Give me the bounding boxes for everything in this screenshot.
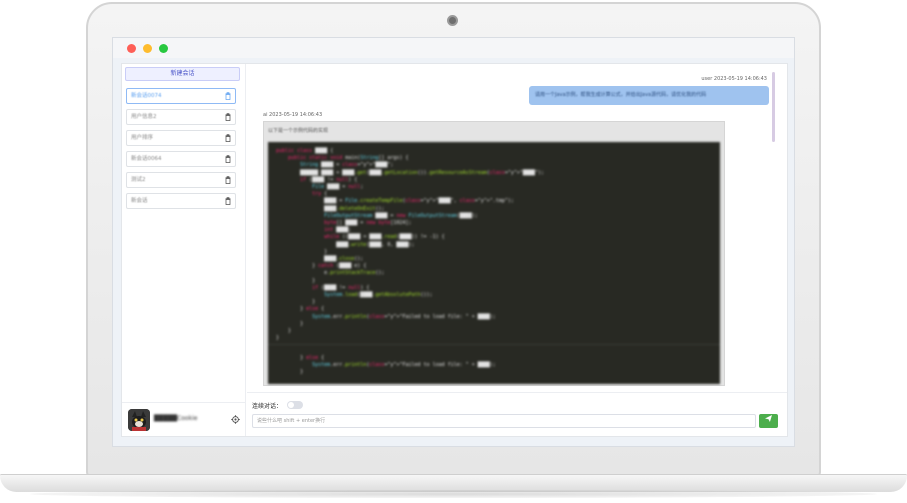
chat-app: 新建会话 新会话0074 用户信息2 用户排序新会话0064 测试2 新会话 — [121, 63, 788, 437]
sidebar: 新建会话 新会话0074 用户信息2 用户排序新会话0064 测试2 新会话 — [122, 64, 246, 436]
conversation-label: 测试2 — [131, 177, 146, 183]
code-line: while ((████ = ████.read(████)) != -1) { — [324, 234, 445, 241]
maximize-window-button[interactable] — [159, 44, 168, 53]
trash-icon[interactable] — [225, 155, 231, 163]
user-message-bubble[interactable]: 请用一个Java示例，帮我生成计算公式，并给出Java源代码，请优化我的代码 — [529, 86, 769, 105]
user-panel: █████Cookie — [122, 402, 246, 436]
trash-icon[interactable] — [225, 113, 231, 121]
ai-message-bubble: 以下是一个示例代码的实现 public class ████ { public … — [263, 121, 725, 386]
code-block[interactable]: public class ████ { public static void m… — [268, 142, 720, 384]
code-line: public class ████ { — [276, 148, 334, 154]
cat-avatar-icon — [128, 409, 150, 431]
conversation-item[interactable]: 用户信息2 — [126, 109, 236, 125]
laptop-shadow — [30, 490, 877, 498]
conversation-label: 新会话 — [131, 198, 148, 204]
continuous-chat-label: 连续对话： — [252, 403, 283, 410]
code-line: System.err.println(class="y">"Failed to … — [312, 361, 496, 368]
code-line: ████.deleteOnExit(); — [276, 205, 385, 212]
conversation-label: 用户排序 — [131, 135, 154, 141]
send-icon — [765, 415, 772, 422]
code-line: } catch (████ e) { — [276, 263, 367, 270]
code-line: } — [276, 299, 316, 306]
code-line: File ████ = null; — [312, 184, 364, 191]
code-line: ████.write(████, 0, ████); — [276, 241, 415, 248]
conversation-item[interactable]: 测试2 — [126, 172, 236, 188]
conversation-item[interactable]: 新会话0064 — [126, 151, 236, 167]
code-line: e.printStackTrace(); — [276, 270, 385, 277]
code-line: ██████ ████ = ████.get(████.getLocation(… — [276, 169, 544, 176]
code-line: ████ = File.createTempFile(class="y">"██… — [276, 198, 514, 205]
code-line: } — [276, 369, 304, 376]
code-line: } — [276, 277, 316, 284]
avatar[interactable] — [128, 409, 150, 431]
continuous-chat-toggle[interactable] — [287, 401, 303, 409]
code-line: } — [276, 320, 304, 327]
input-area: 连续对话： — [247, 392, 787, 436]
trash-icon[interactable] — [225, 92, 231, 100]
code-line: } else { — [276, 354, 325, 361]
message-input[interactable] — [252, 414, 756, 428]
code-line: } — [276, 335, 280, 342]
code-line: } — [276, 248, 328, 255]
conversation-item[interactable]: 新会话0074 — [126, 88, 236, 104]
trash-icon[interactable] — [225, 134, 231, 142]
conversation-label: 新会话0064 — [131, 156, 162, 162]
username: █████Cookie — [154, 415, 198, 422]
user-message-meta: user 2023-05-19 14:06:43 — [701, 76, 767, 82]
code-line: if (████ != null) { — [312, 284, 370, 291]
minimize-window-button[interactable] — [143, 44, 152, 53]
ai-message-meta: ai 2023-05-19 14:06:43 — [263, 112, 323, 118]
code-line: FileOutputStream ████ = new FileOutputSt… — [324, 212, 478, 219]
conversation-label: 新会话0074 — [131, 93, 162, 99]
chat-main: user 2023-05-19 14:06:43 请用一个Java示例，帮我生成… — [247, 64, 787, 436]
camera-icon — [447, 15, 458, 26]
code-line: if (████ != null) { — [300, 176, 358, 183]
trash-icon[interactable] — [225, 197, 231, 205]
code-line: String ████ = class="y">"████"; — [300, 162, 394, 169]
conversation-item[interactable]: 用户排序 — [126, 130, 236, 146]
scrollbar[interactable] — [772, 72, 775, 142]
trash-icon[interactable] — [225, 176, 231, 184]
code-line: } else { — [276, 306, 325, 313]
send-button[interactable] — [759, 414, 778, 428]
code-line: System.err.println(class="y">"Failed to … — [312, 313, 496, 320]
window-titlebar — [113, 38, 794, 58]
code-line: System.load(████.getAbsolutePath()); — [324, 292, 433, 299]
conversation-item[interactable]: 新会话 — [126, 193, 236, 209]
close-window-button[interactable] — [127, 44, 136, 53]
user-message-text: 请用一个Java示例，帮我生成计算公式，并给出Java源代码，请优化我的代码 — [535, 92, 707, 98]
gear-icon[interactable] — [231, 415, 240, 424]
ai-message-intro: 以下是一个示例代码的实现 — [268, 128, 329, 134]
new-chat-button[interactable]: 新建会话 — [125, 67, 240, 81]
screen: 新建会话 新会话0074 用户信息2 用户排序新会话0064 测试2 新会话 — [112, 37, 795, 447]
conversation-label: 用户信息2 — [131, 114, 157, 120]
laptop-mockup: 新建会话 新会话0074 用户信息2 用户排序新会话0064 测试2 新会话 — [0, 0, 907, 503]
code-line: } — [276, 328, 292, 335]
